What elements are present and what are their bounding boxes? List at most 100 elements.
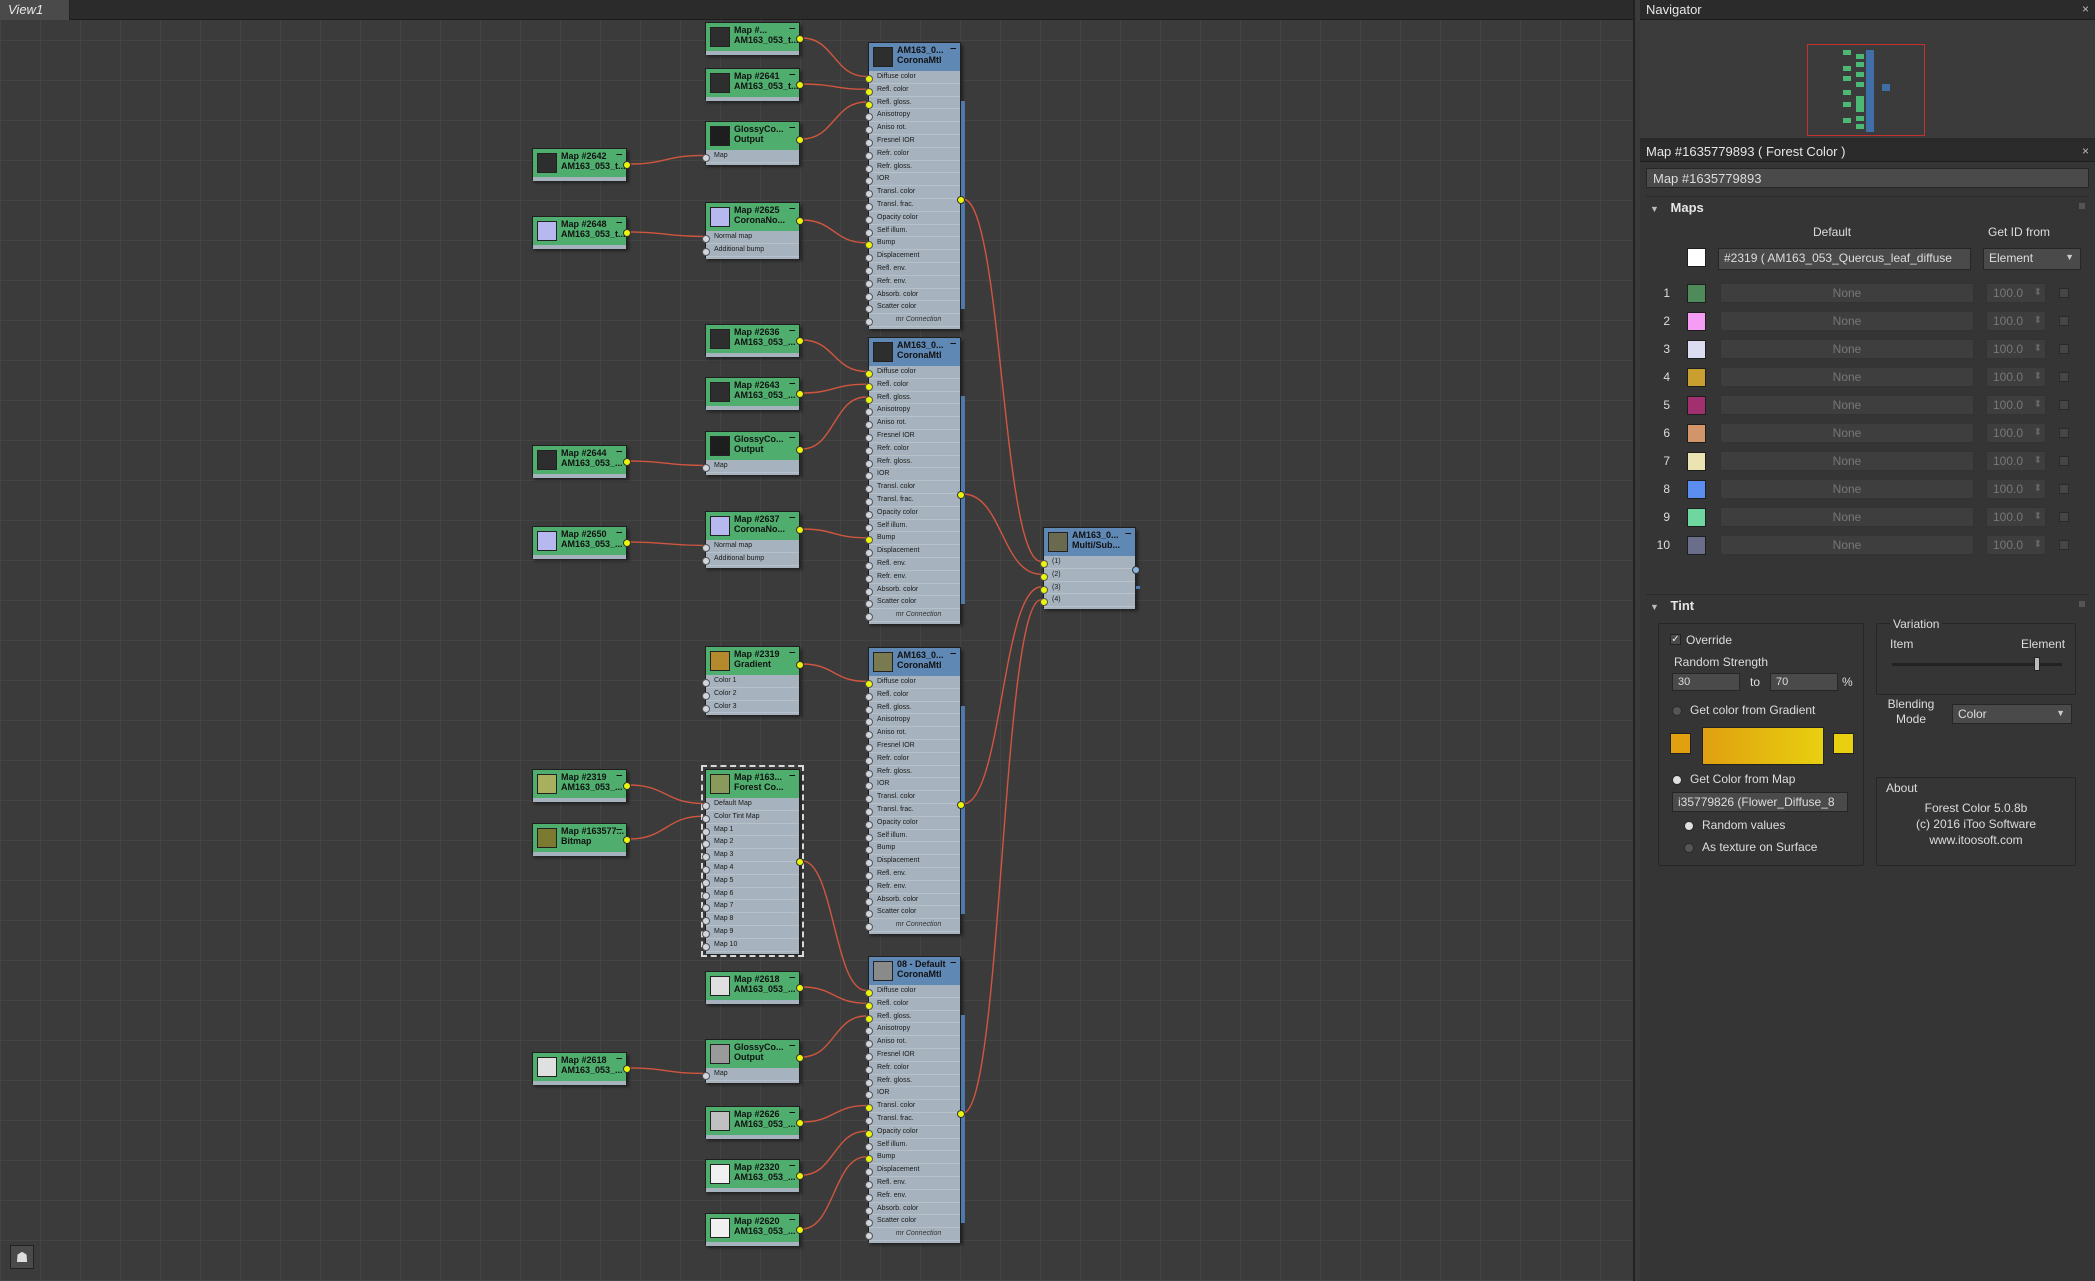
map-node[interactable]: Map #2644 AM163_053_... ‒ xyxy=(532,445,631,478)
connection-wire[interactable] xyxy=(628,784,704,805)
map-node[interactable]: Map #2650 AM163_053_... ‒ xyxy=(532,526,631,559)
map-weight-spinner[interactable]: 100.0 xyxy=(1986,311,2046,331)
map-color-swatch[interactable] xyxy=(1687,452,1706,471)
output-socket[interactable] xyxy=(796,337,804,345)
connection-wire[interactable] xyxy=(801,339,867,373)
input-slot[interactable]: Fresnel IOR xyxy=(865,1049,960,1062)
input-slot[interactable]: Displacement xyxy=(865,545,960,558)
gradient-right-swatch[interactable] xyxy=(1833,733,1854,754)
blending-mode-dropdown[interactable]: Color xyxy=(1952,704,2072,724)
node-header[interactable]: Map #2620 AM163_053_... ‒ xyxy=(706,1214,799,1242)
connection-wire[interactable] xyxy=(628,815,704,840)
minimize-icon[interactable]: ‒ xyxy=(789,513,795,523)
output-socket[interactable] xyxy=(623,782,631,790)
get-id-dropdown[interactable]: Element xyxy=(1983,248,2081,270)
output-socket[interactable] xyxy=(796,217,804,225)
map-color-swatch[interactable] xyxy=(1687,536,1706,555)
map-weight-spinner[interactable]: 100.0 xyxy=(1986,479,2046,499)
output-socket[interactable] xyxy=(623,836,631,844)
minimize-icon[interactable]: ‒ xyxy=(789,771,795,781)
material-node[interactable]: AM163_0... CoronaMtl ‒ Diffuse color Refl. c… xyxy=(865,647,965,934)
random-values-radio[interactable] xyxy=(1684,821,1694,831)
input-slot[interactable]: Refr. env. xyxy=(865,571,960,584)
node-header[interactable]: Map #2643 AM163_053_... ‒ xyxy=(706,378,799,406)
node-header[interactable]: GlossyCo... Output ‒ xyxy=(706,1040,799,1068)
input-slot[interactable]: Refl. gloss. xyxy=(865,392,960,405)
output-socket[interactable] xyxy=(1132,566,1140,574)
output-socket[interactable] xyxy=(796,526,804,534)
input-slot[interactable]: Displacement xyxy=(865,855,960,868)
input-slot[interactable]: Refr. color xyxy=(865,1062,960,1075)
input-slot[interactable]: Transl. frac. xyxy=(865,494,960,507)
map-node[interactable]: Map #2320 AM163_053_... ‒ xyxy=(705,1159,804,1192)
map-slot-button[interactable]: None xyxy=(1720,339,1974,359)
map-color-swatch[interactable] xyxy=(1687,312,1706,331)
minimize-icon[interactable]: ‒ xyxy=(616,528,622,538)
map-color-swatch[interactable] xyxy=(1687,340,1706,359)
connection-wire[interactable] xyxy=(801,986,867,1004)
input-slot[interactable]: Color 3 xyxy=(702,701,799,714)
map-weight-spinner[interactable]: 100.0 xyxy=(1986,367,2046,387)
minimize-icon[interactable]: ‒ xyxy=(789,204,795,214)
input-slot[interactable]: Fresnel IOR xyxy=(865,135,960,148)
output-socket[interactable] xyxy=(796,35,804,43)
input-slot[interactable]: IOR xyxy=(865,778,960,792)
map-node[interactable]: Map #2319 Gradient ‒ Color 1 Color 2 Color 3 xyxy=(702,646,804,716)
node-header[interactable]: Map #2644 AM163_053_... ‒ xyxy=(533,446,626,474)
about-url[interactable]: www.itoosoft.com xyxy=(1876,833,2076,847)
close-icon[interactable]: × xyxy=(2082,2,2089,16)
node-header[interactable]: AM163_0... CoronaMtl ‒ xyxy=(869,648,960,676)
map-node[interactable]: Map #2618 AM163_053_... ‒ xyxy=(705,971,804,1004)
connection-wire[interactable] xyxy=(801,528,867,539)
map-enable-checkbox[interactable] xyxy=(2059,428,2069,438)
connection-wire[interactable] xyxy=(801,1015,867,1058)
connection-wire[interactable] xyxy=(801,1104,867,1123)
input-slot[interactable]: Transl. color xyxy=(865,481,960,494)
node-header[interactable]: Map #2641 AM163_053_t... ‒ xyxy=(706,69,799,97)
minimize-icon[interactable]: ‒ xyxy=(789,24,795,34)
node-header[interactable]: Map #2618 AM163_053_... ‒ xyxy=(706,972,799,1000)
input-slot[interactable]: Bump xyxy=(865,842,960,856)
output-socket[interactable] xyxy=(796,1119,804,1127)
input-slot[interactable]: Absorb. color xyxy=(865,1203,960,1216)
color-map-radio[interactable] xyxy=(1672,775,1682,785)
node-header[interactable]: 08 - Default CoronaMtl ‒ xyxy=(869,957,960,985)
output-socket[interactable] xyxy=(796,1172,804,1180)
node-header[interactable]: Map #2636 AM163_053_... ‒ xyxy=(706,325,799,353)
minimize-icon[interactable]: ‒ xyxy=(789,1041,795,1051)
input-slot[interactable]: Map 2 xyxy=(702,836,799,850)
minimize-icon[interactable]: ‒ xyxy=(616,218,622,228)
override-checkbox[interactable]: ✓ xyxy=(1670,634,1681,645)
minimize-icon[interactable]: ‒ xyxy=(616,447,622,457)
input-slot[interactable]: Map xyxy=(702,460,799,473)
input-slot[interactable]: Bump xyxy=(865,1151,960,1165)
connection-wire[interactable] xyxy=(801,83,867,90)
node-editor-view[interactable]: Map #... AM163_053_t... ‒ Map #2641 AM163_05… xyxy=(0,0,1635,1281)
input-slot[interactable]: Anisotropy xyxy=(865,109,960,123)
input-slot[interactable]: mr Connection xyxy=(865,919,960,932)
map-node[interactable]: Map #2641 AM163_053_t... ‒ xyxy=(705,68,804,101)
input-slot[interactable]: Scatter color xyxy=(865,906,960,920)
gradient-left-swatch[interactable] xyxy=(1670,733,1691,754)
map-node[interactable]: Map #2648 AM163_053_t... ‒ xyxy=(532,216,631,249)
connection-wire[interactable] xyxy=(801,383,867,394)
input-slot[interactable]: Color Tint Map xyxy=(702,811,799,824)
output-socket[interactable] xyxy=(623,1065,631,1073)
map-color-swatch[interactable] xyxy=(1687,396,1706,415)
tint-rollout-header[interactable]: ▼ Tint xyxy=(1646,595,2089,617)
default-color-swatch[interactable] xyxy=(1687,248,1706,267)
map-slot-button[interactable]: None xyxy=(1720,311,1974,331)
map-node[interactable]: Map #2618 AM163_053_... ‒ xyxy=(532,1052,631,1085)
minimize-icon[interactable]: ‒ xyxy=(950,958,956,968)
input-slot[interactable]: Scatter color xyxy=(865,596,960,610)
input-slot[interactable]: Self illum. xyxy=(865,830,960,843)
input-slot[interactable]: Anisotropy xyxy=(865,1023,960,1037)
minimize-icon[interactable]: ‒ xyxy=(789,648,795,658)
input-slot[interactable]: Refr. gloss. xyxy=(865,161,960,174)
input-slot[interactable]: Additional bump xyxy=(702,244,799,257)
map-weight-spinner[interactable]: 100.0 xyxy=(1986,507,2046,527)
input-slot[interactable]: IOR xyxy=(865,173,960,187)
minimize-icon[interactable]: ‒ xyxy=(616,150,622,160)
node-header[interactable]: Map #2642 AM163_053_t... ‒ xyxy=(533,149,626,177)
input-slot[interactable]: Scatter color xyxy=(865,301,960,315)
